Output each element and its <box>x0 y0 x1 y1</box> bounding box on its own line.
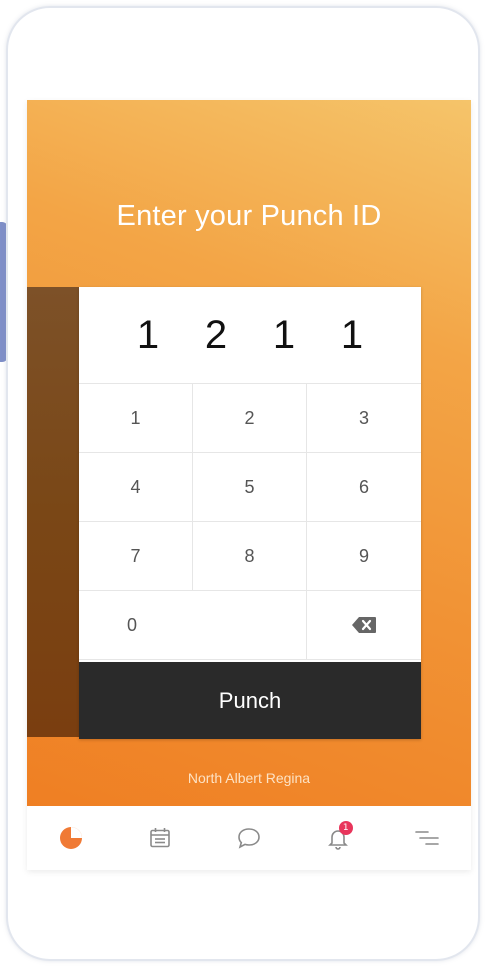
location-label: North Albert Regina <box>187 770 311 786</box>
keypad-card: 1 2 1 1 1 2 3 4 5 6 7 8 9 0 Punch <box>79 287 421 739</box>
nav-item-menu[interactable] <box>402 813 452 863</box>
key-8[interactable]: 8 <box>193 522 307 591</box>
nav-item-notifications[interactable]: 1 <box>313 813 363 863</box>
side-panel-shadow <box>27 287 81 737</box>
key-9[interactable]: 9 <box>307 522 421 591</box>
chat-icon <box>238 828 260 849</box>
pin-display: 1 2 1 1 <box>79 287 421 384</box>
calendar-icon <box>150 828 170 848</box>
key-0[interactable]: 0 <box>79 591 307 660</box>
key-2[interactable]: 2 <box>193 384 307 453</box>
pin-digit: 2 <box>204 312 228 357</box>
key-3[interactable]: 3 <box>307 384 421 453</box>
app-screen: Enter your Punch ID 1 2 1 1 1 2 3 4 5 6 … <box>27 100 471 870</box>
punch-button[interactable]: Punch <box>79 662 421 739</box>
phone-frame: Enter your Punch ID 1 2 1 1 1 2 3 4 5 6 … <box>6 6 480 961</box>
page-title: Enter your Punch ID <box>116 200 382 232</box>
backspace-icon <box>352 617 376 633</box>
pin-digit: 1 <box>272 312 296 357</box>
punch-panel: Enter your Punch ID 1 2 1 1 1 2 3 4 5 6 … <box>27 100 471 806</box>
clock-icon <box>60 827 83 849</box>
backspace-button[interactable] <box>307 591 421 660</box>
pin-digit: 1 <box>340 312 364 357</box>
notification-badge: 1 <box>338 821 353 835</box>
key-6[interactable]: 6 <box>307 453 421 522</box>
pin-digit: 1 <box>136 312 160 357</box>
key-1[interactable]: 1 <box>79 384 193 453</box>
menu-icon <box>414 831 439 845</box>
nav-item-messages[interactable] <box>224 813 274 863</box>
nav-item-clock[interactable] <box>46 813 96 863</box>
key-4[interactable]: 4 <box>79 453 193 522</box>
numeric-keypad: 1 2 3 4 5 6 7 8 9 0 <box>79 384 421 660</box>
key-5[interactable]: 5 <box>193 453 307 522</box>
bottom-nav: 1 <box>27 806 471 870</box>
key-7[interactable]: 7 <box>79 522 193 591</box>
nav-item-calendar[interactable] <box>135 813 185 863</box>
